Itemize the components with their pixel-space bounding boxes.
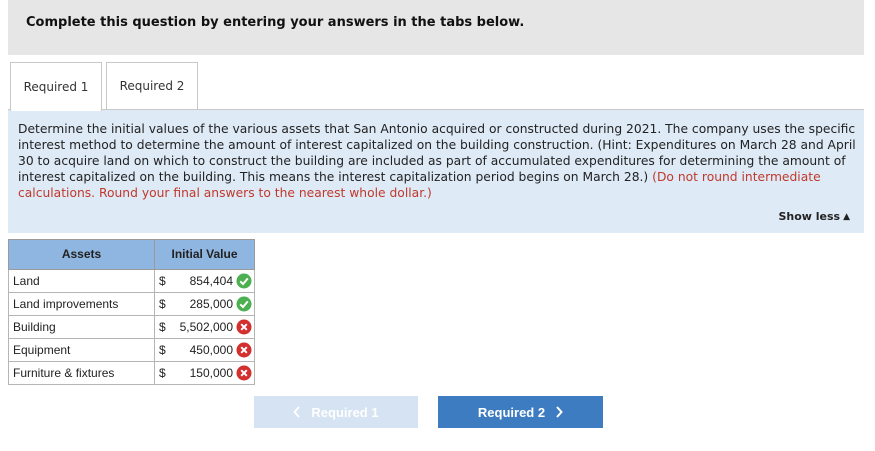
column-header-initial-value: Initial Value [154, 239, 255, 270]
initial-value-cell[interactable]: $854,404 [154, 269, 255, 293]
question-instructions: Determine the initial values of the vari… [18, 121, 856, 201]
value-input[interactable]: 450,000 [171, 343, 235, 357]
table-row: Equipment $450,000 [8, 338, 255, 362]
previous-button-label: Required 1 [311, 404, 379, 420]
show-less-link[interactable]: Show less ▲ [778, 210, 850, 223]
initial-value-cell[interactable]: $5,502,000 [154, 315, 255, 339]
initial-value-cell[interactable]: $450,000 [154, 338, 255, 362]
question-panel: Determine the initial values of the vari… [8, 109, 864, 233]
previous-button[interactable]: Required 1 [254, 396, 418, 428]
initial-value-cell[interactable]: $285,000 [154, 292, 255, 316]
x-icon [236, 365, 252, 381]
x-icon [236, 342, 252, 358]
table-row: Building $5,502,000 [8, 315, 255, 339]
column-header-assets: Assets [8, 239, 155, 270]
tab-label: Required 1 [23, 80, 89, 94]
initial-value-cell[interactable]: $150,000 [154, 361, 255, 385]
currency-symbol: $ [159, 297, 166, 311]
asset-name: Land improvements [8, 292, 155, 316]
asset-name: Building [8, 315, 155, 339]
instruction-banner: Complete this question by entering your … [8, 0, 864, 55]
tab-required-2[interactable]: Required 2 [106, 62, 198, 110]
x-icon [236, 319, 252, 335]
asset-name: Furniture & fixtures [8, 361, 155, 385]
currency-symbol: $ [159, 274, 166, 288]
up-triangle-icon: ▲ [843, 211, 850, 222]
next-button[interactable]: Required 2 [438, 396, 603, 428]
value-input[interactable]: 150,000 [171, 366, 235, 380]
asset-name: Land [8, 269, 155, 293]
next-button-label: Required 2 [477, 404, 546, 420]
table-row: Furniture & fixtures $150,000 [8, 361, 255, 385]
tab-label: Required 2 [119, 79, 185, 93]
value-input[interactable]: 854,404 [171, 274, 235, 288]
currency-symbol: $ [159, 320, 166, 334]
show-less-label: Show less [778, 210, 841, 223]
value-input[interactable]: 5,502,000 [171, 320, 235, 334]
check-icon [236, 296, 252, 312]
table-row: Land $854,404 [8, 269, 255, 293]
assets-table: Assets Initial Value Land $854,404 Land im… [8, 239, 255, 385]
tab-required-1[interactable]: Required 1 [10, 62, 102, 111]
table-row: Land improvements $285,000 [8, 292, 255, 316]
chevron-left-icon [293, 406, 301, 418]
currency-symbol: $ [159, 366, 166, 380]
banner-text: Complete this question by entering your … [26, 15, 525, 30]
chevron-right-icon [556, 406, 563, 418]
asset-name: Equipment [8, 338, 155, 362]
check-icon [236, 273, 252, 289]
currency-symbol: $ [159, 343, 166, 357]
value-input[interactable]: 285,000 [171, 297, 235, 311]
